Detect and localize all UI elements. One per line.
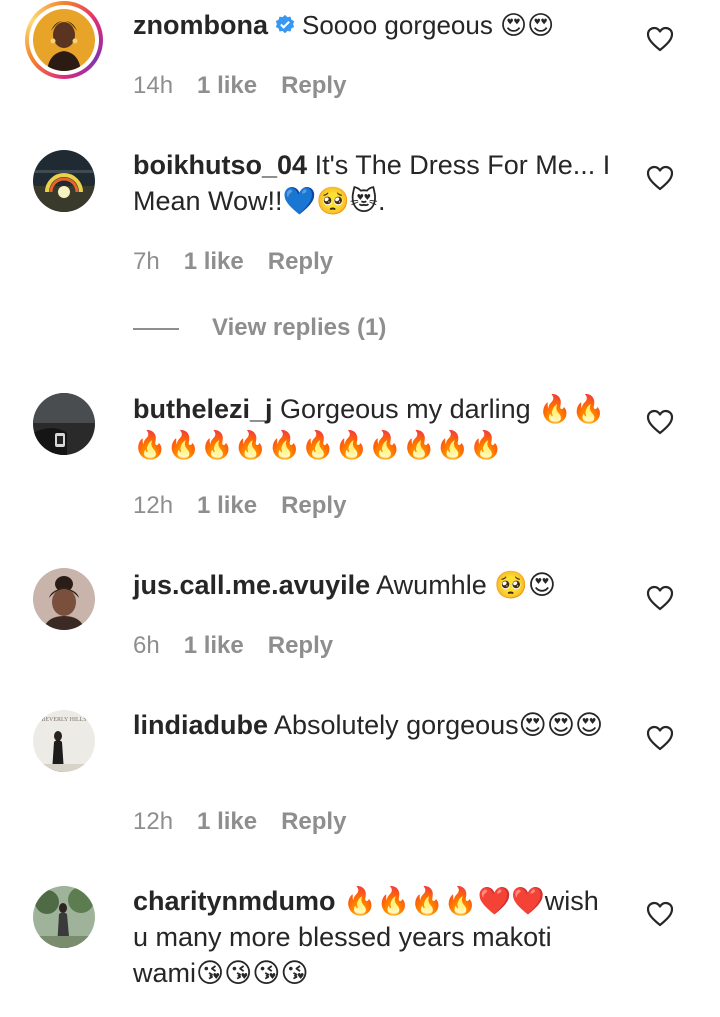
comment-text: Absolutely gorgeous😍😍😍 <box>274 710 604 740</box>
reply-button[interactable]: Reply <box>268 248 333 275</box>
reply-button[interactable]: Reply <box>281 492 346 519</box>
comment-username[interactable]: znombona <box>133 10 268 40</box>
comment-time: 14h <box>133 72 174 99</box>
comment-body: charitynmdumo 🔥🔥🔥🔥❤️❤️wish u many more b… <box>133 883 613 991</box>
comment-text: Awumhle 🥺😍 <box>376 570 556 600</box>
comment-meta: 12h 1 like Reply <box>133 491 370 521</box>
like-heart-icon[interactable] <box>646 26 674 52</box>
comment-likes[interactable]: 1 like <box>184 248 244 275</box>
avatar[interactable] <box>33 393 95 455</box>
like-heart-icon[interactable] <box>646 725 674 751</box>
comment-time: 7h <box>133 248 160 275</box>
comment-body: buthelezi_j Gorgeous my darling 🔥🔥🔥🔥🔥🔥🔥🔥… <box>133 391 613 463</box>
comment-username[interactable]: charitynmdumo <box>133 886 336 916</box>
verified-badge-icon <box>275 14 295 34</box>
reply-button[interactable]: Reply <box>281 808 346 835</box>
avatar[interactable] <box>33 886 95 948</box>
comment-likes[interactable]: 1 like <box>197 492 257 519</box>
avatar-story-ring[interactable] <box>25 1 103 79</box>
comment-likes[interactable]: 1 like <box>197 808 257 835</box>
reply-button[interactable]: Reply <box>268 632 333 659</box>
like-heart-icon[interactable] <box>646 585 674 611</box>
comment-username[interactable]: buthelezi_j <box>133 394 273 424</box>
comment-meta: 12h 1 like Reply <box>133 807 370 837</box>
comment-time: 6h <box>133 632 160 659</box>
avatar <box>33 9 95 71</box>
comment-username[interactable]: boikhutso_04 <box>133 150 307 180</box>
comment-username[interactable]: lindiadube <box>133 710 268 740</box>
avatar-sign-text: BEVERLY HILLS <box>41 717 86 723</box>
comment-likes[interactable]: 1 like <box>184 632 244 659</box>
comment-meta: 14h 1 like Reply <box>133 71 370 101</box>
comment-body: jus.call.me.avuyile Awumhle 🥺😍 <box>133 567 613 603</box>
comment-time: 12h <box>133 808 174 835</box>
like-heart-icon[interactable] <box>646 901 674 927</box>
comment-username[interactable]: jus.call.me.avuyile <box>133 570 370 600</box>
comment-text: Soooo gorgeous 😍😍 <box>302 10 555 40</box>
avatar[interactable] <box>33 568 95 630</box>
comment-likes[interactable]: 1 like <box>197 72 257 99</box>
comment-body: lindiadube Absolutely gorgeous😍😍😍 <box>133 707 613 743</box>
comment-meta: 6h 1 like Reply <box>133 631 357 661</box>
comment-body: boikhutso_04 It's The Dress For Me... I … <box>133 147 623 219</box>
like-heart-icon[interactable] <box>646 409 674 435</box>
avatar[interactable]: BEVERLY HILLS <box>33 710 95 772</box>
comment-body: znombona Soooo gorgeous 😍😍 <box>133 7 613 43</box>
reply-button[interactable]: Reply <box>281 72 346 99</box>
like-heart-icon[interactable] <box>646 165 674 191</box>
replies-divider <box>133 328 179 330</box>
comment-meta: 7h 1 like Reply <box>133 247 357 277</box>
avatar[interactable] <box>33 150 95 212</box>
comment-time: 12h <box>133 492 174 519</box>
